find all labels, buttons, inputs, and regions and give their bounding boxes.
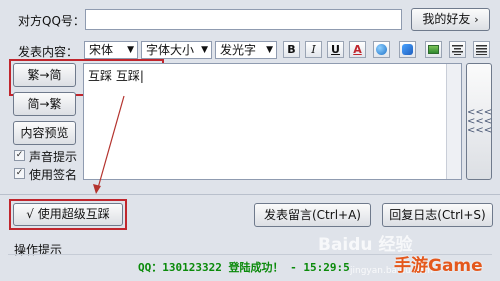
super-stomp-button[interactable]: √ 使用超级互踩 [13,203,123,226]
status-message: QQ：130123322 登陆成功！ - 15:29:5 [138,261,350,274]
operation-tips-label: 操作提示 [14,243,63,257]
divider [0,194,500,195]
site-logo: 手游Game [394,256,483,276]
post-message-button[interactable]: 发表留言(Ctrl+A) [254,203,371,227]
reply-log-button[interactable]: 回复日志(Ctrl+S) [382,203,493,227]
annotation-arrow [93,95,125,194]
